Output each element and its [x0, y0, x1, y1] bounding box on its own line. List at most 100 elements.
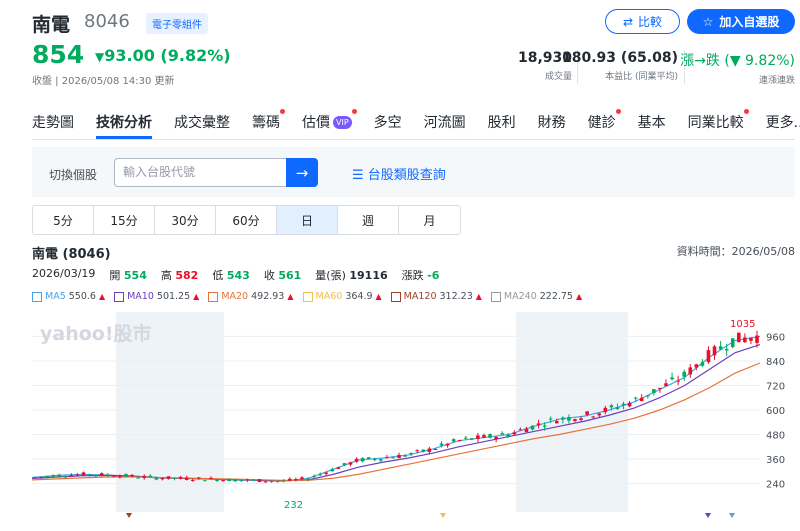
add-watchlist-button[interactable]: ☆ 加入自選股: [687, 9, 795, 34]
tab-chips[interactable]: 籌碼: [252, 109, 285, 132]
y-tick-label: 480: [766, 431, 785, 442]
industry-tag[interactable]: 電子零組件: [146, 13, 208, 34]
high-annotation: 1035: [730, 319, 755, 330]
candle-body: [585, 411, 589, 415]
y-tick-label: 840: [766, 357, 785, 368]
candle-body: [227, 478, 231, 482]
checkbox-icon[interactable]: [302, 291, 313, 302]
candle-body: [597, 413, 602, 416]
period-30min[interactable]: 30分: [155, 206, 216, 234]
tab-river[interactable]: 河流圖: [424, 112, 466, 132]
period-60min[interactable]: 60分: [216, 206, 277, 234]
candle-body: [93, 475, 98, 477]
candle-body: [542, 425, 547, 427]
tab-label: 估價: [302, 115, 330, 131]
tab-peer-compare[interactable]: 同業比較: [688, 109, 749, 132]
candle-body: [45, 476, 49, 478]
tab-technical[interactable]: 技術分析: [96, 112, 152, 139]
stock-search-input[interactable]: 輸入台股代號: [114, 158, 286, 187]
ma-legend-item[interactable]: MA5 550.6 ▲: [32, 291, 105, 302]
ma-legend-item[interactable]: MA20 492.93 ▲: [208, 291, 294, 302]
candle-body: [203, 480, 207, 482]
candle-body: [470, 438, 474, 440]
candle-body: [621, 403, 626, 406]
candle-body: [318, 474, 322, 476]
ma-legend-item[interactable]: MA240 222.75 ▲: [490, 291, 582, 302]
ma-legend-item[interactable]: MA120 312.23 ▲: [390, 291, 482, 302]
ma-legend-item[interactable]: MA60 364.9 ▲: [302, 291, 382, 302]
candle-body: [682, 371, 686, 377]
candle-body: [730, 338, 735, 348]
tab-valuation[interactable]: 估價 VIP: [302, 109, 357, 132]
candle-body: [160, 478, 165, 480]
candle-body: [263, 481, 268, 483]
price-change-value: 93.00 (9.82%): [104, 46, 231, 65]
candle-body: [688, 367, 693, 375]
period-week[interactable]: 週: [338, 206, 399, 234]
category-query-link[interactable]: ☰ 台股類股查詢: [352, 164, 446, 183]
open-label: 開: [109, 269, 121, 282]
tab-trend[interactable]: 走勢圖: [32, 112, 74, 132]
search-go-button[interactable]: →: [286, 158, 318, 187]
ma-name: MA20: [221, 291, 249, 302]
candle-body: [281, 480, 286, 482]
period-day[interactable]: 日: [277, 206, 338, 234]
high-value: 582: [175, 269, 199, 282]
candle-body: [257, 479, 262, 483]
change-value: -6: [427, 269, 440, 282]
candle-body: [118, 475, 122, 478]
current-price: 854: [32, 40, 85, 69]
new-dot: [280, 109, 285, 114]
candle-body: [518, 429, 523, 431]
tab-bull-bear[interactable]: 多空: [374, 112, 402, 132]
candle-body: [397, 454, 401, 459]
new-dot: [743, 109, 749, 114]
candle-body: [112, 476, 116, 478]
candle-body: [561, 417, 565, 420]
tab-dividend[interactable]: 股利: [488, 112, 516, 132]
period-15min[interactable]: 15分: [94, 206, 155, 234]
candle-body: [87, 474, 92, 476]
candle-body: [415, 450, 420, 452]
compare-icon: ⇄: [622, 14, 634, 29]
tab-label: 籌碼: [252, 115, 280, 131]
price-chart[interactable]: 960 840 720 600 480 360 240 yahoo!股市 1035 232: [32, 312, 795, 518]
candle-body: [330, 469, 335, 472]
ma-legend-item[interactable]: MA10 501.25 ▲: [114, 291, 199, 302]
ohlc-date: 2026/03/19: [32, 267, 96, 280]
compare-button[interactable]: ⇄ 比較: [605, 9, 680, 34]
checkbox-icon[interactable]: [32, 291, 42, 302]
candle-body: [288, 478, 292, 481]
tab-financial[interactable]: 財務: [538, 112, 566, 132]
checkbox-icon[interactable]: [114, 291, 125, 302]
checkbox-icon[interactable]: [490, 291, 501, 302]
candle-body: [275, 480, 280, 482]
candle-body: [245, 479, 250, 481]
tab-health[interactable]: 健診: [587, 109, 621, 132]
candle-body: [409, 453, 413, 455]
candle-body: [494, 436, 498, 440]
candle-body: [172, 477, 177, 479]
tab-trades[interactable]: 成交彙整: [174, 112, 230, 132]
up-triangle-icon: ▲: [375, 292, 382, 301]
category-link-label: 台股類股查詢: [367, 168, 446, 183]
ma-name: MA240: [503, 291, 537, 302]
ma-value: 364.9: [345, 291, 373, 302]
checkbox-icon[interactable]: [208, 291, 219, 302]
low-value: 543: [226, 269, 250, 282]
event-marker: [440, 513, 446, 518]
stat-label: 本益比 (同業平均): [605, 72, 678, 82]
period-5min[interactable]: 5分: [33, 206, 94, 234]
candle-body: [124, 474, 128, 477]
tab-label: 健診: [587, 115, 616, 131]
tab-more[interactable]: 更多...: [766, 112, 800, 132]
tab-basic[interactable]: 基本: [638, 112, 666, 132]
candle-body: [348, 462, 353, 465]
stock-code: 8046: [84, 11, 130, 32]
period-month[interactable]: 月: [399, 206, 460, 234]
candle-body: [391, 457, 395, 459]
checkbox-icon[interactable]: [390, 291, 401, 302]
candle-body: [548, 418, 553, 420]
candle-body: [106, 474, 110, 476]
y-tick-label: 720: [766, 381, 785, 392]
